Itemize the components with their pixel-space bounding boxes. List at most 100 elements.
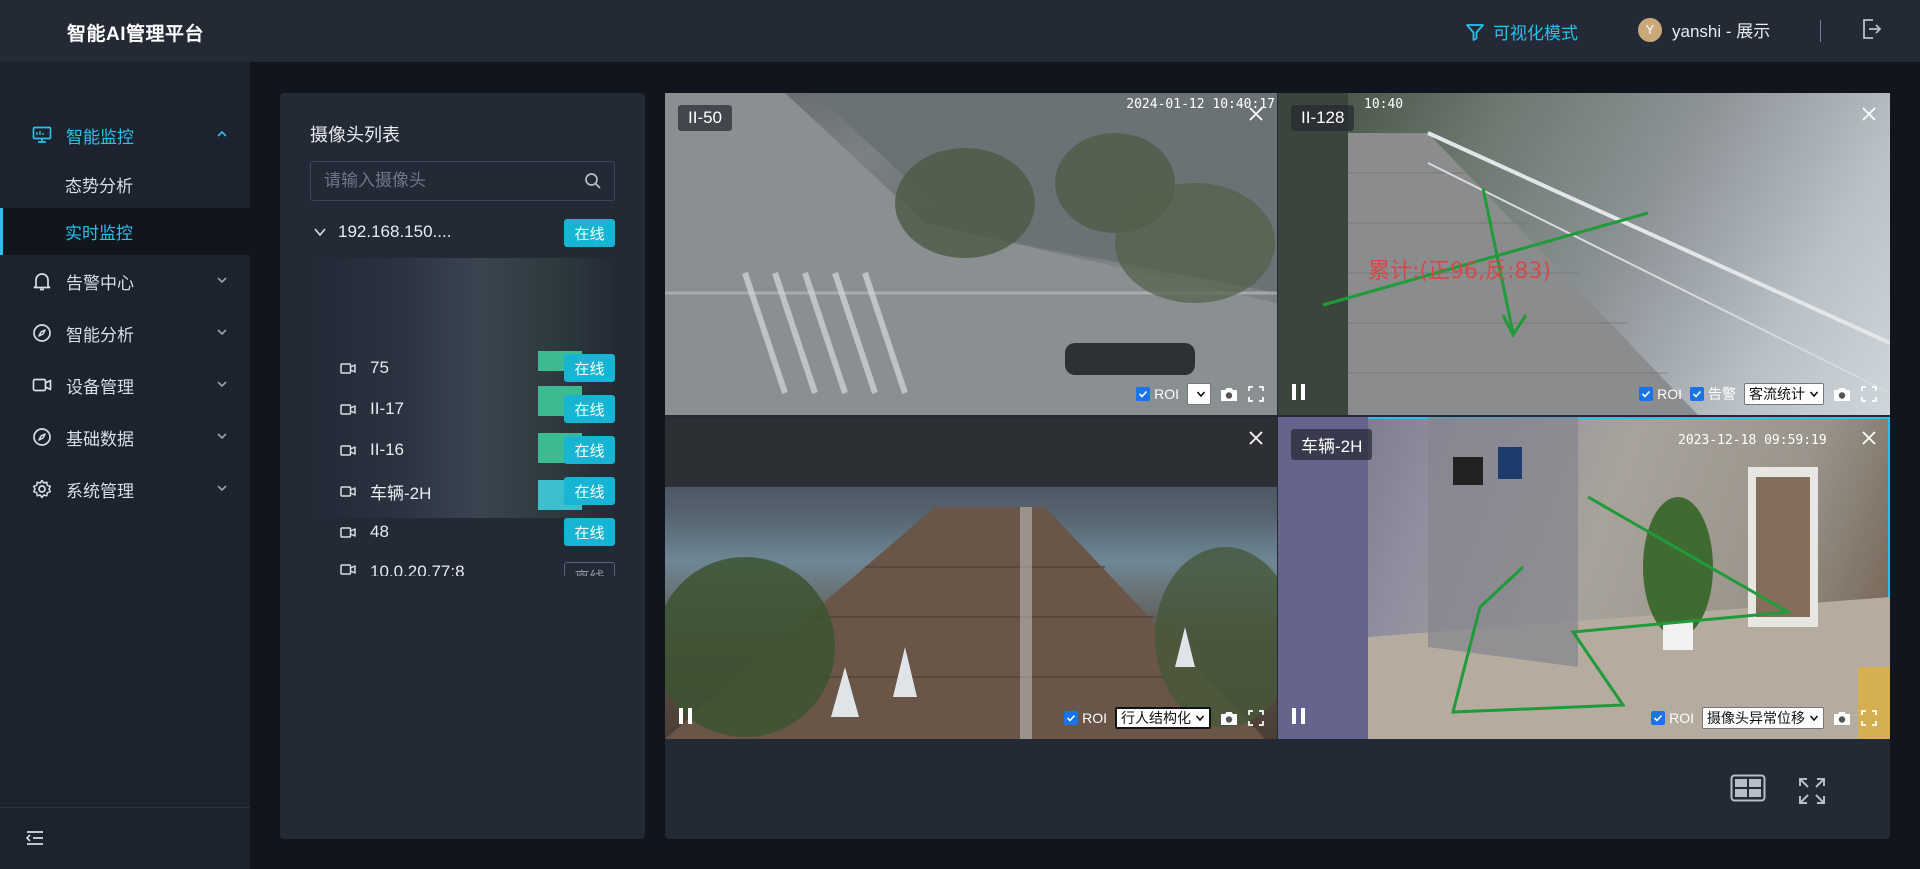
- video-tile[interactable]: 累计:(正96,反:83) II-128 10:40 ROI 告警 客流统计: [1278, 93, 1890, 415]
- video-frame: [665, 93, 1277, 415]
- video-wall: II-50 2024-01-12 10:40:17 ROI 累计:(正96,反:…: [665, 93, 1890, 839]
- expand-icon: [1248, 710, 1264, 726]
- visualization-mode-button[interactable]: 可视化模式: [1465, 19, 1578, 44]
- camera-icon: [1221, 711, 1237, 725]
- close-icon[interactable]: [1247, 105, 1265, 123]
- camera-tree-root[interactable]: 192.168.150.... 在线: [310, 217, 615, 247]
- collapse-sidebar-button[interactable]: [25, 829, 45, 852]
- list-item[interactable]: II-16 在线: [340, 435, 615, 465]
- sidebar: 智能监控 态势分析 实时监控 告警中心 智能分析 设备管理 基础数据 系统管理: [0, 62, 250, 869]
- status-badge: 在线: [564, 477, 615, 505]
- chevron-down-icon[interactable]: [310, 224, 330, 240]
- user-name: yanshi - 展示: [1672, 22, 1771, 41]
- video-tile[interactable]: II-50 2024-01-12 10:40:17 ROI: [665, 93, 1277, 415]
- status-badge: 在线: [564, 395, 615, 423]
- pause-button[interactable]: [1292, 384, 1305, 400]
- snapshot-button[interactable]: [1832, 710, 1852, 727]
- user-menu[interactable]: Y yanshi - 展示: [1638, 17, 1770, 42]
- video-camera-icon: [340, 526, 358, 539]
- roi-label: ROI: [1657, 386, 1682, 402]
- close-icon[interactable]: [1247, 429, 1265, 447]
- list-item[interactable]: 48 在线: [340, 517, 615, 547]
- sidebar-item-alarm-center[interactable]: 告警中心: [0, 255, 250, 307]
- sidebar-divider: [0, 807, 250, 808]
- roi-checkbox[interactable]: ROI: [1136, 386, 1179, 402]
- snapshot-button[interactable]: [1219, 710, 1239, 727]
- bell-icon: [32, 271, 52, 291]
- close-icon[interactable]: [1860, 429, 1878, 447]
- logout-icon: [1863, 19, 1882, 39]
- fullscreen-button[interactable]: [1860, 709, 1878, 727]
- list-item[interactable]: II-17 在线: [340, 394, 615, 424]
- sidebar-item-system-management[interactable]: 系统管理: [0, 463, 250, 515]
- camera-name: 车辆-2H: [370, 483, 432, 503]
- camera-search-box: [310, 161, 615, 201]
- video-toolbar: ROI 摄像头异常位移: [1278, 705, 1890, 731]
- fullscreen-button[interactable]: [1247, 709, 1265, 727]
- algorithm-select[interactable]: 行人结构化: [1115, 707, 1211, 729]
- video-tile[interactable]: ROI 行人结构化: [665, 417, 1277, 739]
- alarm-label: 告警: [1708, 386, 1736, 402]
- video-toolbar: ROI 行人结构化: [665, 705, 1277, 731]
- sidebar-item-basic-data[interactable]: 基础数据: [0, 411, 250, 463]
- wall-fullscreen-button[interactable]: [1797, 776, 1827, 811]
- gear-icon: [32, 479, 52, 499]
- roi-checkbox[interactable]: ROI: [1064, 710, 1107, 726]
- chevron-down-icon: [217, 277, 227, 284]
- fullscreen-button[interactable]: [1860, 385, 1878, 403]
- camera-icon: [1834, 711, 1850, 725]
- header-divider: [1820, 20, 1821, 42]
- sidebar-item-smart-analysis[interactable]: 智能分析: [0, 307, 250, 359]
- snapshot-button[interactable]: [1219, 386, 1239, 403]
- fullscreen-button[interactable]: [1247, 385, 1265, 403]
- check-icon: [1064, 711, 1079, 725]
- camera-search-input[interactable]: [311, 162, 561, 200]
- search-icon[interactable]: [584, 172, 602, 190]
- alarm-checkbox[interactable]: 告警: [1690, 384, 1736, 404]
- list-item[interactable]: 75 在线: [340, 353, 615, 383]
- status-badge: 在线: [564, 219, 615, 247]
- snapshot-button[interactable]: [1832, 386, 1852, 403]
- avatar: Y: [1638, 17, 1662, 42]
- camera-list-panel: 摄像头列表 192.168.150.... 在线 75 在线 II-17 在线 …: [280, 93, 645, 839]
- video-tile[interactable]: 车辆-2H 2023-12-18 09:59:19 ROI 摄像头异常位移: [1278, 417, 1890, 739]
- sidebar-item-label: 设备管理: [66, 377, 134, 397]
- video-tile-label: II-128: [1291, 105, 1355, 131]
- sidebar-subitem-label: 实时监控: [65, 224, 133, 243]
- camera-name: II-17: [370, 399, 405, 418]
- layout-grid-button[interactable]: [1730, 774, 1766, 807]
- expand-icon: [1248, 386, 1264, 402]
- list-item[interactable]: 10.0.20.77:8 离线: [340, 558, 615, 576]
- roi-checkbox[interactable]: ROI: [1639, 386, 1682, 402]
- video-frame: 累计:(正96,反:83): [1278, 93, 1890, 415]
- chevron-up-icon: [217, 130, 227, 137]
- list-item[interactable]: 车辆-2H 在线: [340, 476, 615, 506]
- video-camera-icon: [340, 403, 358, 416]
- grid-layout-icon: [1730, 774, 1766, 802]
- pause-icon: [679, 708, 683, 724]
- algorithm-select[interactable]: [1187, 383, 1211, 405]
- pause-icon: [1301, 708, 1305, 724]
- roi-label: ROI: [1154, 386, 1179, 402]
- roi-checkbox[interactable]: ROI: [1651, 710, 1694, 726]
- sidebar-item-device-management[interactable]: 设备管理: [0, 359, 250, 411]
- algorithm-select-value: 客流统计: [1749, 386, 1805, 402]
- top-header: 智能AI管理平台 可视化模式 Y yanshi - 展示: [0, 0, 1920, 62]
- pause-button[interactable]: [1292, 708, 1305, 724]
- pause-icon: [1301, 384, 1305, 400]
- pause-button[interactable]: [679, 708, 692, 724]
- chevron-down-icon: [1809, 391, 1819, 398]
- camera-name: 10.0.20.77:8: [370, 562, 465, 576]
- algorithm-select[interactable]: 客流统计: [1744, 383, 1824, 405]
- close-icon[interactable]: [1860, 105, 1878, 123]
- sidebar-item-smart-monitor[interactable]: 智能监控: [0, 109, 250, 161]
- sidebar-subitem-situation-analysis[interactable]: 态势分析: [0, 161, 250, 208]
- camera-name: II-16: [370, 440, 405, 459]
- sidebar-subitem-realtime-monitor[interactable]: 实时监控: [0, 208, 250, 255]
- algorithm-select[interactable]: 摄像头异常位移: [1702, 707, 1824, 729]
- video-camera-icon: [340, 563, 358, 576]
- logout-button[interactable]: [1860, 17, 1882, 46]
- overlay-counter-text: 累计:(正96,反:83): [1368, 259, 1551, 284]
- sidebar-item-label: 基础数据: [66, 429, 134, 449]
- chevron-down-icon: [217, 381, 227, 388]
